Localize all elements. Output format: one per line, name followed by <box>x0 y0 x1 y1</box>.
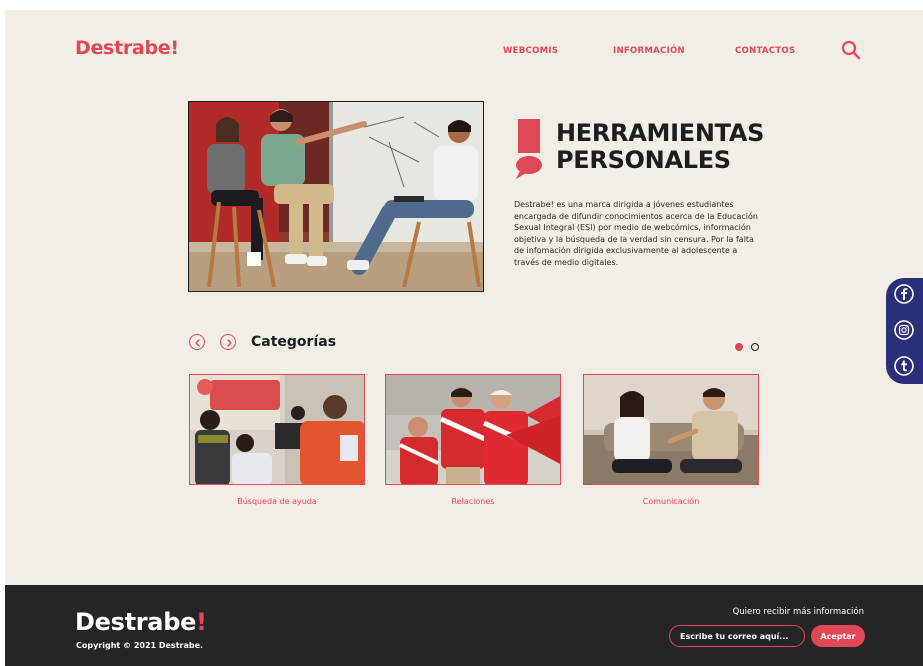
footer-logo-text: Destrabe <box>75 608 197 636</box>
page: Destrabe! WEBCOMIS INFORMACIÓN CONTACTOS <box>0 0 923 666</box>
category-card-comunicacion[interactable]: Comunicación <box>583 374 759 506</box>
tumblr-icon[interactable] <box>894 356 914 376</box>
carousel-next-button[interactable] <box>220 334 236 350</box>
carousel-dot-2[interactable] <box>751 343 759 351</box>
instagram-icon[interactable] <box>894 320 914 340</box>
facebook-icon[interactable] <box>894 284 914 304</box>
category-label: Relaciones <box>451 497 495 506</box>
carousel-dot-1[interactable] <box>735 343 743 351</box>
chevron-right-icon <box>227 339 232 347</box>
category-image <box>189 374 365 485</box>
newsletter-label: Quiero recibir más información <box>732 607 864 617</box>
categories-title: Categorías <box>251 334 337 350</box>
category-label: Búsqueda de ayuda <box>237 497 317 506</box>
exclamation-bubble-icon <box>516 119 542 179</box>
category-image <box>583 374 759 485</box>
top-strip <box>0 0 923 10</box>
carousel-prev-button[interactable] <box>189 334 205 350</box>
social-sidebar <box>886 278 923 384</box>
nav-contactos[interactable]: CONTACTOS <box>735 46 795 56</box>
category-image <box>385 374 561 485</box>
hero-image <box>188 101 484 292</box>
footer: Destrabe! Copyright © 2021 Destrabe. Qui… <box>5 585 923 666</box>
footer-logo[interactable]: Destrabe! <box>75 608 207 636</box>
nav-webcomis[interactable]: WEBCOMIS <box>503 46 558 56</box>
nav-informacion[interactable]: INFORMACIÓN <box>613 46 685 56</box>
hero-description: Destrabe! es una marca dirigida a jóvene… <box>514 200 758 267</box>
hero-title: HERRAMIENTAS PERSONALES <box>556 120 776 174</box>
hero-title-line2: PERSONALES <box>556 146 731 174</box>
category-card-relaciones[interactable]: Relaciones <box>385 374 561 506</box>
category-label: Comunicación <box>642 497 700 506</box>
site-logo[interactable]: Destrabe! <box>75 37 179 59</box>
newsletter-accept-button[interactable]: Aceptar <box>811 625 865 647</box>
footer-logo-mark: ! <box>196 608 207 636</box>
copyright-text: Copyright © 2021 Destrabe. <box>76 641 204 650</box>
category-card-busqueda-de-ayuda[interactable]: Búsqueda de ayuda <box>189 374 365 506</box>
logo-mark: ! <box>170 37 179 59</box>
logo-text: Destrabe <box>75 37 171 59</box>
chevron-left-icon <box>195 339 200 347</box>
search-icon[interactable] <box>841 40 861 60</box>
newsletter-email-input[interactable] <box>669 625 805 647</box>
hero-title-line1: HERRAMIENTAS <box>556 119 765 147</box>
